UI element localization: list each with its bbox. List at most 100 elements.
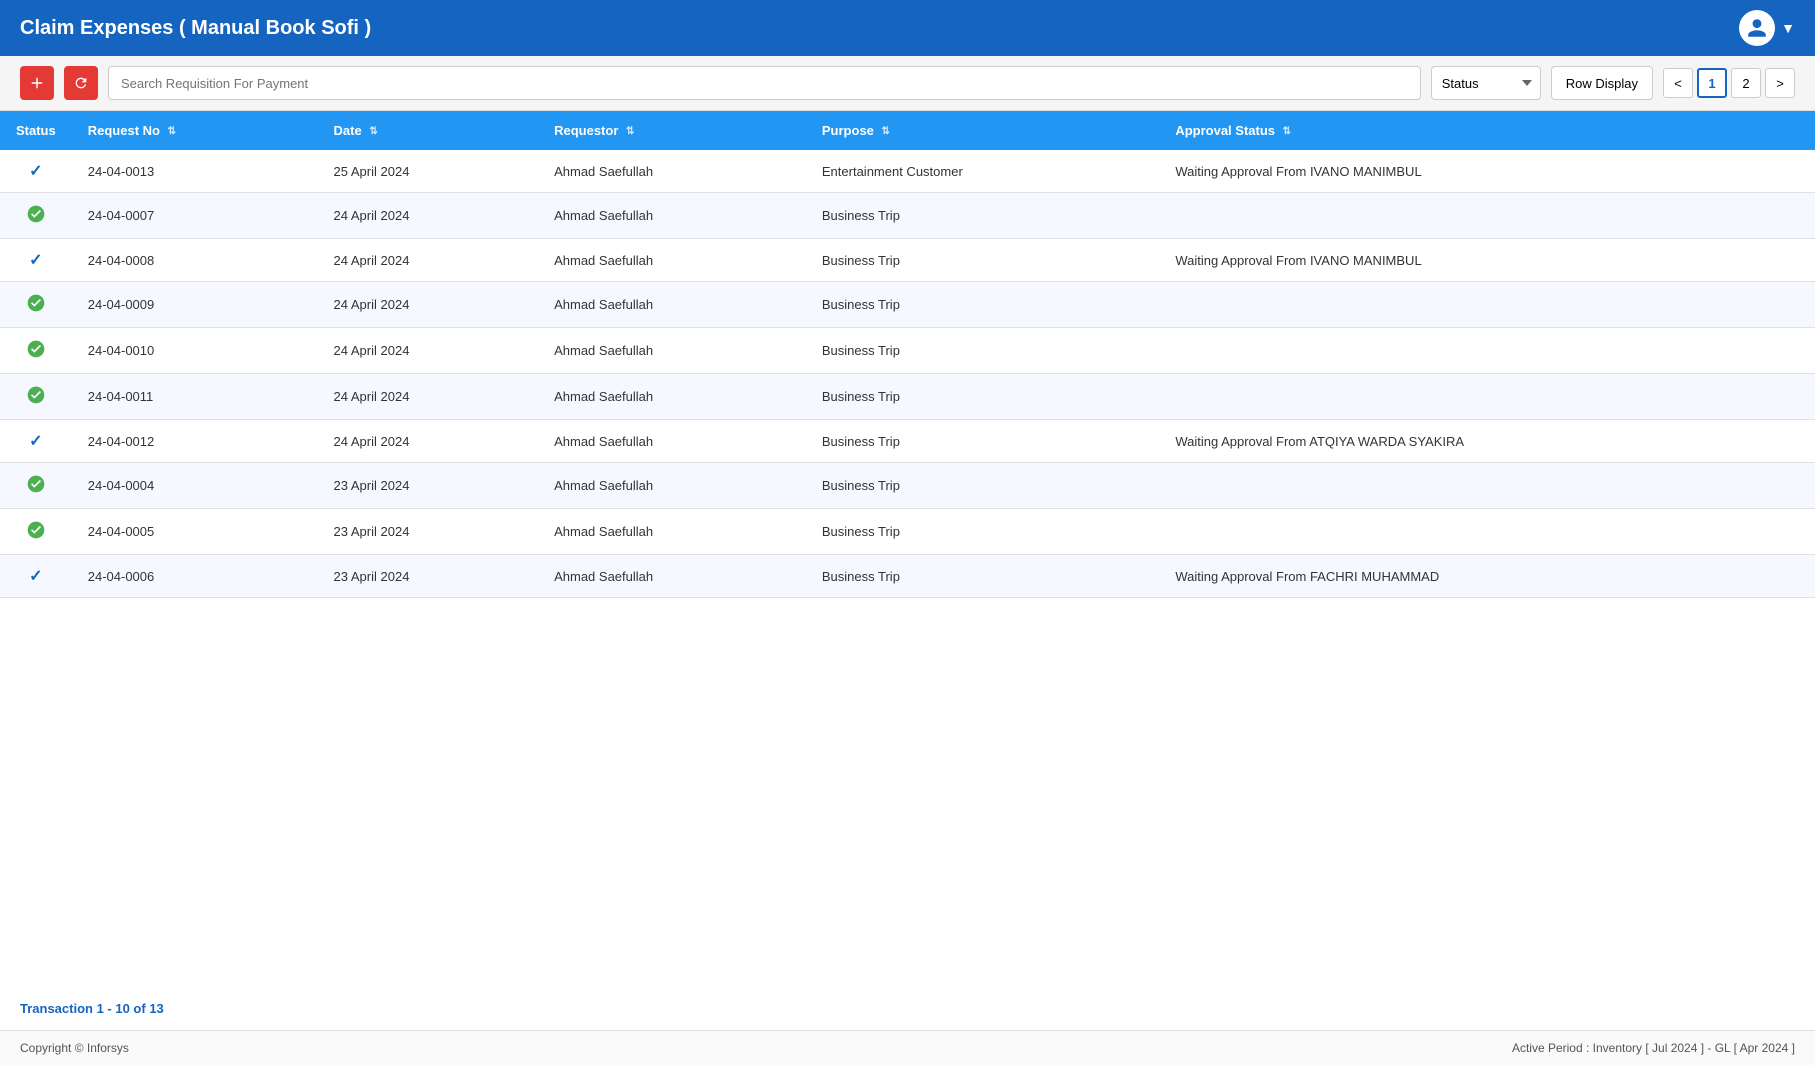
- cell-date: 24 April 2024: [318, 282, 539, 328]
- table-row[interactable]: 24-04-001124 April 2024Ahmad SaefullahBu…: [0, 374, 1815, 420]
- col-date[interactable]: Date ⇅: [318, 111, 539, 150]
- sort-arrows-approval: ⇅: [1283, 126, 1291, 137]
- cell-requestor: Ahmad Saefullah: [538, 239, 806, 282]
- check-icon: ✓: [29, 252, 42, 269]
- page-title: Claim Expenses ( Manual Book Sofi ): [20, 17, 371, 40]
- user-menu[interactable]: ▼: [1739, 10, 1795, 46]
- cell-approval-status: [1159, 282, 1815, 328]
- cell-requestor: Ahmad Saefullah: [538, 420, 806, 463]
- cell-date: 23 April 2024: [318, 509, 539, 555]
- status-cell: ✓: [0, 420, 72, 463]
- cell-purpose: Business Trip: [806, 193, 1159, 239]
- table-row[interactable]: ✓24-04-001325 April 2024Ahmad SaefullahE…: [0, 150, 1815, 193]
- table-row[interactable]: 24-04-001024 April 2024Ahmad SaefullahBu…: [0, 328, 1815, 374]
- chevron-down-icon: ▼: [1781, 20, 1795, 36]
- cell-purpose: Business Trip: [806, 282, 1159, 328]
- sort-arrows-purpose: ⇅: [882, 126, 890, 137]
- expenses-table: Status Request No ⇅ Date ⇅ Requestor ⇅ P…: [0, 111, 1815, 598]
- table-row[interactable]: 24-04-000423 April 2024Ahmad SaefullahBu…: [0, 463, 1815, 509]
- cell-request-no: 24-04-0011: [72, 374, 318, 420]
- pagination: < 1 2 >: [1663, 68, 1795, 98]
- cell-approval-status: [1159, 463, 1815, 509]
- toolbar: Status All Pending Approved Rejected Row…: [0, 56, 1815, 111]
- cell-purpose: Business Trip: [806, 420, 1159, 463]
- circle-check-icon: [26, 204, 46, 224]
- check-icon: ✓: [29, 433, 42, 450]
- status-cell: [0, 374, 72, 420]
- col-status: Status: [0, 111, 72, 150]
- col-approval-status[interactable]: Approval Status ⇅: [1159, 111, 1815, 150]
- table-row[interactable]: ✓24-04-000623 April 2024Ahmad SaefullahB…: [0, 555, 1815, 598]
- page-1-button[interactable]: 1: [1697, 68, 1727, 98]
- col-request-no[interactable]: Request No ⇅: [72, 111, 318, 150]
- prev-page-button[interactable]: <: [1663, 68, 1693, 98]
- status-cell: [0, 509, 72, 555]
- cell-requestor: Ahmad Saefullah: [538, 374, 806, 420]
- search-input[interactable]: [108, 66, 1421, 100]
- status-cell: ✓: [0, 150, 72, 193]
- row-display-button[interactable]: Row Display: [1551, 66, 1653, 100]
- status-cell: ✓: [0, 239, 72, 282]
- copyright: Copyright © Inforsys: [20, 1041, 129, 1055]
- cell-purpose: Business Trip: [806, 374, 1159, 420]
- cell-requestor: Ahmad Saefullah: [538, 463, 806, 509]
- next-page-button[interactable]: >: [1765, 68, 1795, 98]
- cell-approval-status: Waiting Approval From FACHRI MUHAMMAD: [1159, 555, 1815, 598]
- cell-request-no: 24-04-0012: [72, 420, 318, 463]
- cell-date: 24 April 2024: [318, 328, 539, 374]
- cell-requestor: Ahmad Saefullah: [538, 282, 806, 328]
- cell-approval-status: [1159, 328, 1815, 374]
- circle-check-icon: [26, 339, 46, 359]
- cell-purpose: Business Trip: [806, 463, 1159, 509]
- circle-check-icon: [26, 293, 46, 313]
- table-row[interactable]: 24-04-000523 April 2024Ahmad SaefullahBu…: [0, 509, 1815, 555]
- cell-request-no: 24-04-0013: [72, 150, 318, 193]
- table-row[interactable]: ✓ 24-04-001224 April 2024Ahmad SaefullahB…: [0, 420, 1815, 463]
- cell-requestor: Ahmad Saefullah: [538, 193, 806, 239]
- status-cell: [0, 463, 72, 509]
- cell-requestor: Ahmad Saefullah: [538, 509, 806, 555]
- cell-date: 23 April 2024: [318, 555, 539, 598]
- add-button[interactable]: [20, 66, 54, 100]
- page-2-button[interactable]: 2: [1731, 68, 1761, 98]
- table-row[interactable]: 24-04-000924 April 2024Ahmad SaefullahBu…: [0, 282, 1815, 328]
- status-cell: [0, 328, 72, 374]
- cell-request-no: 24-04-0008: [72, 239, 318, 282]
- sort-arrows-date: ⇅: [369, 126, 377, 137]
- cell-request-no: 24-04-0010: [72, 328, 318, 374]
- cell-request-no: 24-04-0004: [72, 463, 318, 509]
- table-container: Status Request No ⇅ Date ⇅ Requestor ⇅ P…: [0, 111, 1815, 987]
- cell-date: 25 April 2024: [318, 150, 539, 193]
- cell-date: 23 April 2024: [318, 463, 539, 509]
- cell-request-no: 24-04-0005: [72, 509, 318, 555]
- cell-approval-status: Waiting Approval From ATQIYA WARDA SYAKI…: [1159, 420, 1815, 463]
- col-requestor[interactable]: Requestor ⇅: [538, 111, 806, 150]
- sort-arrows-requestor: ⇅: [626, 126, 634, 137]
- refresh-button[interactable]: [64, 66, 98, 100]
- cell-purpose: Business Trip: [806, 239, 1159, 282]
- footer-bar: Copyright © Inforsys Active Period : Inv…: [0, 1030, 1815, 1065]
- status-select[interactable]: Status All Pending Approved Rejected: [1431, 66, 1541, 100]
- check-icon: ✓: [29, 568, 42, 585]
- active-period: Active Period : Inventory [ Jul 2024 ] -…: [1512, 1041, 1795, 1055]
- cell-approval-status: [1159, 374, 1815, 420]
- cell-purpose: Business Trip: [806, 555, 1159, 598]
- cell-purpose: Entertainment Customer: [806, 150, 1159, 193]
- cell-approval-status: [1159, 509, 1815, 555]
- col-purpose[interactable]: Purpose ⇅: [806, 111, 1159, 150]
- sort-arrows-request-no: ⇅: [168, 126, 176, 137]
- table-row[interactable]: 24-04-000724 April 2024Ahmad SaefullahBu…: [0, 193, 1815, 239]
- cell-date: 24 April 2024: [318, 420, 539, 463]
- cell-request-no: 24-04-0007: [72, 193, 318, 239]
- avatar: [1739, 10, 1775, 46]
- cell-purpose: Business Trip: [806, 509, 1159, 555]
- circle-check-icon: [26, 520, 46, 540]
- cell-approval-status: [1159, 193, 1815, 239]
- cell-request-no: 24-04-0006: [72, 555, 318, 598]
- table-row[interactable]: ✓ 24-04-000824 April 2024Ahmad SaefullahB…: [0, 239, 1815, 282]
- cell-approval-status: Waiting Approval From IVANO MANIMBUL: [1159, 239, 1815, 282]
- circle-check-icon: [26, 474, 46, 494]
- cell-approval-status: Waiting Approval From IVANO MANIMBUL: [1159, 150, 1815, 193]
- cell-date: 24 April 2024: [318, 239, 539, 282]
- cell-date: 24 April 2024: [318, 374, 539, 420]
